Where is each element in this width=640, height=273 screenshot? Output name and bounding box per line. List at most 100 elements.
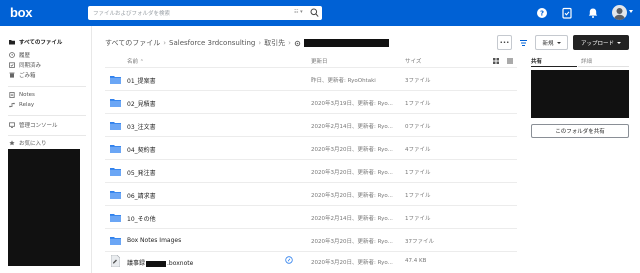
chevron-down-icon: [617, 41, 621, 44]
sidebar-item-label: お気に入り: [19, 140, 47, 147]
table-row[interactable]: 01_提案書 昨日、更新者: RyoOhtaki 3ファイル: [105, 68, 517, 91]
gear-icon[interactable]: [294, 40, 301, 47]
chevron-down-icon: [556, 41, 561, 44]
share-folder-button[interactable]: このフォルダを共有: [531, 124, 629, 138]
column-header-name[interactable]: 名前 ⌃: [127, 57, 144, 65]
file-name-suffix: .boxnote: [167, 260, 194, 267]
sidebar-item-label: Relay: [19, 101, 35, 108]
size-text: 1ファイル: [405, 101, 431, 107]
sidebar-item-relay[interactable]: Relay: [9, 100, 34, 109]
file-name[interactable]: Box Notes Images: [127, 237, 181, 244]
redacted-folder-name: [303, 39, 389, 47]
size-text: 1ファイル: [405, 193, 431, 199]
sort-filter-button[interactable]: [516, 35, 531, 50]
sidebar-item-history[interactable]: 履歴: [9, 50, 30, 59]
breadcrumb-all-files[interactable]: すべてのファイル: [105, 38, 160, 48]
size-text: 1ファイル: [405, 216, 431, 222]
folder-icon: [110, 214, 121, 222]
table-row[interactable]: 02_見積書 2020年3月19日、更新者: Ryo... 1ファイル: [105, 91, 517, 114]
column-header-name-label: 名前: [127, 59, 139, 65]
account-menu-caret-icon[interactable]: [629, 10, 633, 13]
sidebar-item-all-files[interactable]: すべてのファイル: [9, 37, 62, 46]
search-input[interactable]: ファイルおよびフォルダを検索 ☷ ▾: [88, 6, 322, 20]
breadcrumb-separator: ›: [258, 39, 262, 47]
table-row[interactable]: 04_契約書 2020年3月20日、更新者: Ryo... 4ファイル: [105, 137, 517, 160]
table-row[interactable]: 10_その他 2020年2月14日、更新者: Ryo... 1ファイル: [105, 206, 517, 229]
trash-icon: [9, 72, 15, 78]
grid-view-icon[interactable]: [493, 58, 499, 64]
notifications-bell-icon[interactable]: [587, 7, 599, 19]
breadcrumb-accounts[interactable]: 取引先: [264, 38, 285, 48]
sidebar-divider: [8, 135, 86, 136]
sidebar-item-label: Notes: [19, 91, 35, 98]
table-row[interactable]: 議事録 .boxnote 2020年3月20日、更新者: Ryo... 47.4 …: [105, 250, 517, 273]
list-view-icon[interactable]: [507, 58, 513, 64]
table-row[interactable]: 06_請求書 2020年3月20日、更新者: Ryo... 1ファイル: [105, 183, 517, 206]
size-text: 1ファイル: [405, 170, 431, 176]
updated-text: 2020年2月14日、更新者: Ryo...: [311, 124, 393, 130]
top-bar: box ファイルおよびフォルダを検索 ☷ ▾ ?: [0, 0, 640, 26]
user-photo-icon: [614, 8, 625, 20]
admin-icon: [9, 121, 15, 128]
folder-icon: [110, 168, 121, 176]
help-icon[interactable]: ?: [536, 7, 548, 19]
table-row[interactable]: 05_発注書 2020年3月20日、更新者: Ryo... 1ファイル: [105, 160, 517, 183]
breadcrumb: すべてのファイル › Salesforce 3rdconsulting › 取引…: [105, 38, 389, 48]
active-tab-indicator: [531, 66, 577, 67]
star-icon: [9, 139, 15, 145]
updated-text: 2020年3月20日、更新者: Ryo...: [311, 170, 393, 176]
updated-text: 2020年2月14日、更新者: Ryo...: [311, 216, 393, 222]
sidebar-item-admin-console[interactable]: 管理コンソール: [9, 120, 58, 129]
collaboration-link-icon[interactable]: [285, 256, 293, 264]
file-name[interactable]: 05_発注書: [127, 168, 156, 177]
new-button[interactable]: 新規: [535, 35, 568, 50]
size-text: 47.4 KB: [405, 258, 427, 264]
tab-share[interactable]: 共有: [531, 57, 542, 65]
sidebar-item-label: 同期済み: [19, 62, 42, 69]
upload-button[interactable]: アップロード: [573, 35, 629, 50]
size-text: 37ファイル: [405, 239, 434, 245]
sidebar-item-label: 管理コンソール: [19, 122, 58, 129]
box-logo[interactable]: box: [10, 5, 33, 20]
folder-icon: [110, 122, 121, 130]
table-row[interactable]: Box Notes Images 2020年3月20日、更新者: Ryo... …: [105, 229, 517, 252]
search-options-button[interactable]: ☷ ▾: [294, 9, 303, 15]
breadcrumb-separator: ›: [163, 39, 167, 47]
user-avatar[interactable]: [612, 5, 627, 20]
file-name[interactable]: 10_その他: [127, 214, 156, 223]
search-icon[interactable]: [310, 8, 319, 18]
sidebar-item-trash[interactable]: ごみ箱: [9, 70, 36, 79]
search-placeholder: ファイルおよびフォルダを検索: [93, 11, 171, 17]
more-options-button[interactable]: •••: [497, 35, 512, 50]
table-row[interactable]: 03_注文書 2020年2月14日、更新者: Ryo... 0ファイル: [105, 114, 517, 137]
tab-details[interactable]: 詳細: [581, 57, 592, 65]
svg-text:?: ?: [540, 9, 544, 17]
file-name[interactable]: 議事録 .boxnote: [127, 258, 193, 267]
size-text: 3ファイル: [405, 78, 431, 84]
breadcrumb-separator: ›: [288, 39, 291, 47]
sidebar-item-notes[interactable]: Notes: [9, 90, 35, 99]
sidebar-divider: [8, 115, 86, 116]
file-name[interactable]: 01_提案書: [127, 76, 156, 85]
tasks-icon[interactable]: [561, 7, 573, 19]
file-name[interactable]: 03_注文書: [127, 122, 156, 131]
filter-list-icon: [520, 39, 527, 46]
file-name[interactable]: 06_請求書: [127, 191, 156, 200]
redacted-share-info: [531, 70, 629, 118]
file-name[interactable]: 02_見積書: [127, 99, 156, 108]
breadcrumb-salesforce[interactable]: Salesforce 3rdconsulting: [169, 39, 255, 47]
new-button-label: 新規: [542, 40, 554, 47]
sidebar-item-synced[interactable]: 同期済み: [9, 60, 41, 69]
sync-icon: [9, 61, 15, 68]
boxnote-file-icon: [111, 255, 120, 267]
updated-text: 昨日、更新者: RyoOhtaki: [311, 78, 376, 84]
redacted-favorites: [8, 149, 80, 266]
folder-icon: [110, 99, 121, 107]
folder-icon: [110, 237, 121, 245]
file-name[interactable]: 04_契約書: [127, 145, 156, 154]
column-header-size[interactable]: サイズ: [405, 57, 421, 65]
column-header-updated[interactable]: 更新日: [311, 57, 328, 65]
updated-text: 2020年3月20日、更新者: Ryo...: [311, 193, 393, 199]
sidebar-item-favorites[interactable]: お気に入り: [9, 138, 47, 147]
upload-button-label: アップロード: [580, 40, 614, 47]
